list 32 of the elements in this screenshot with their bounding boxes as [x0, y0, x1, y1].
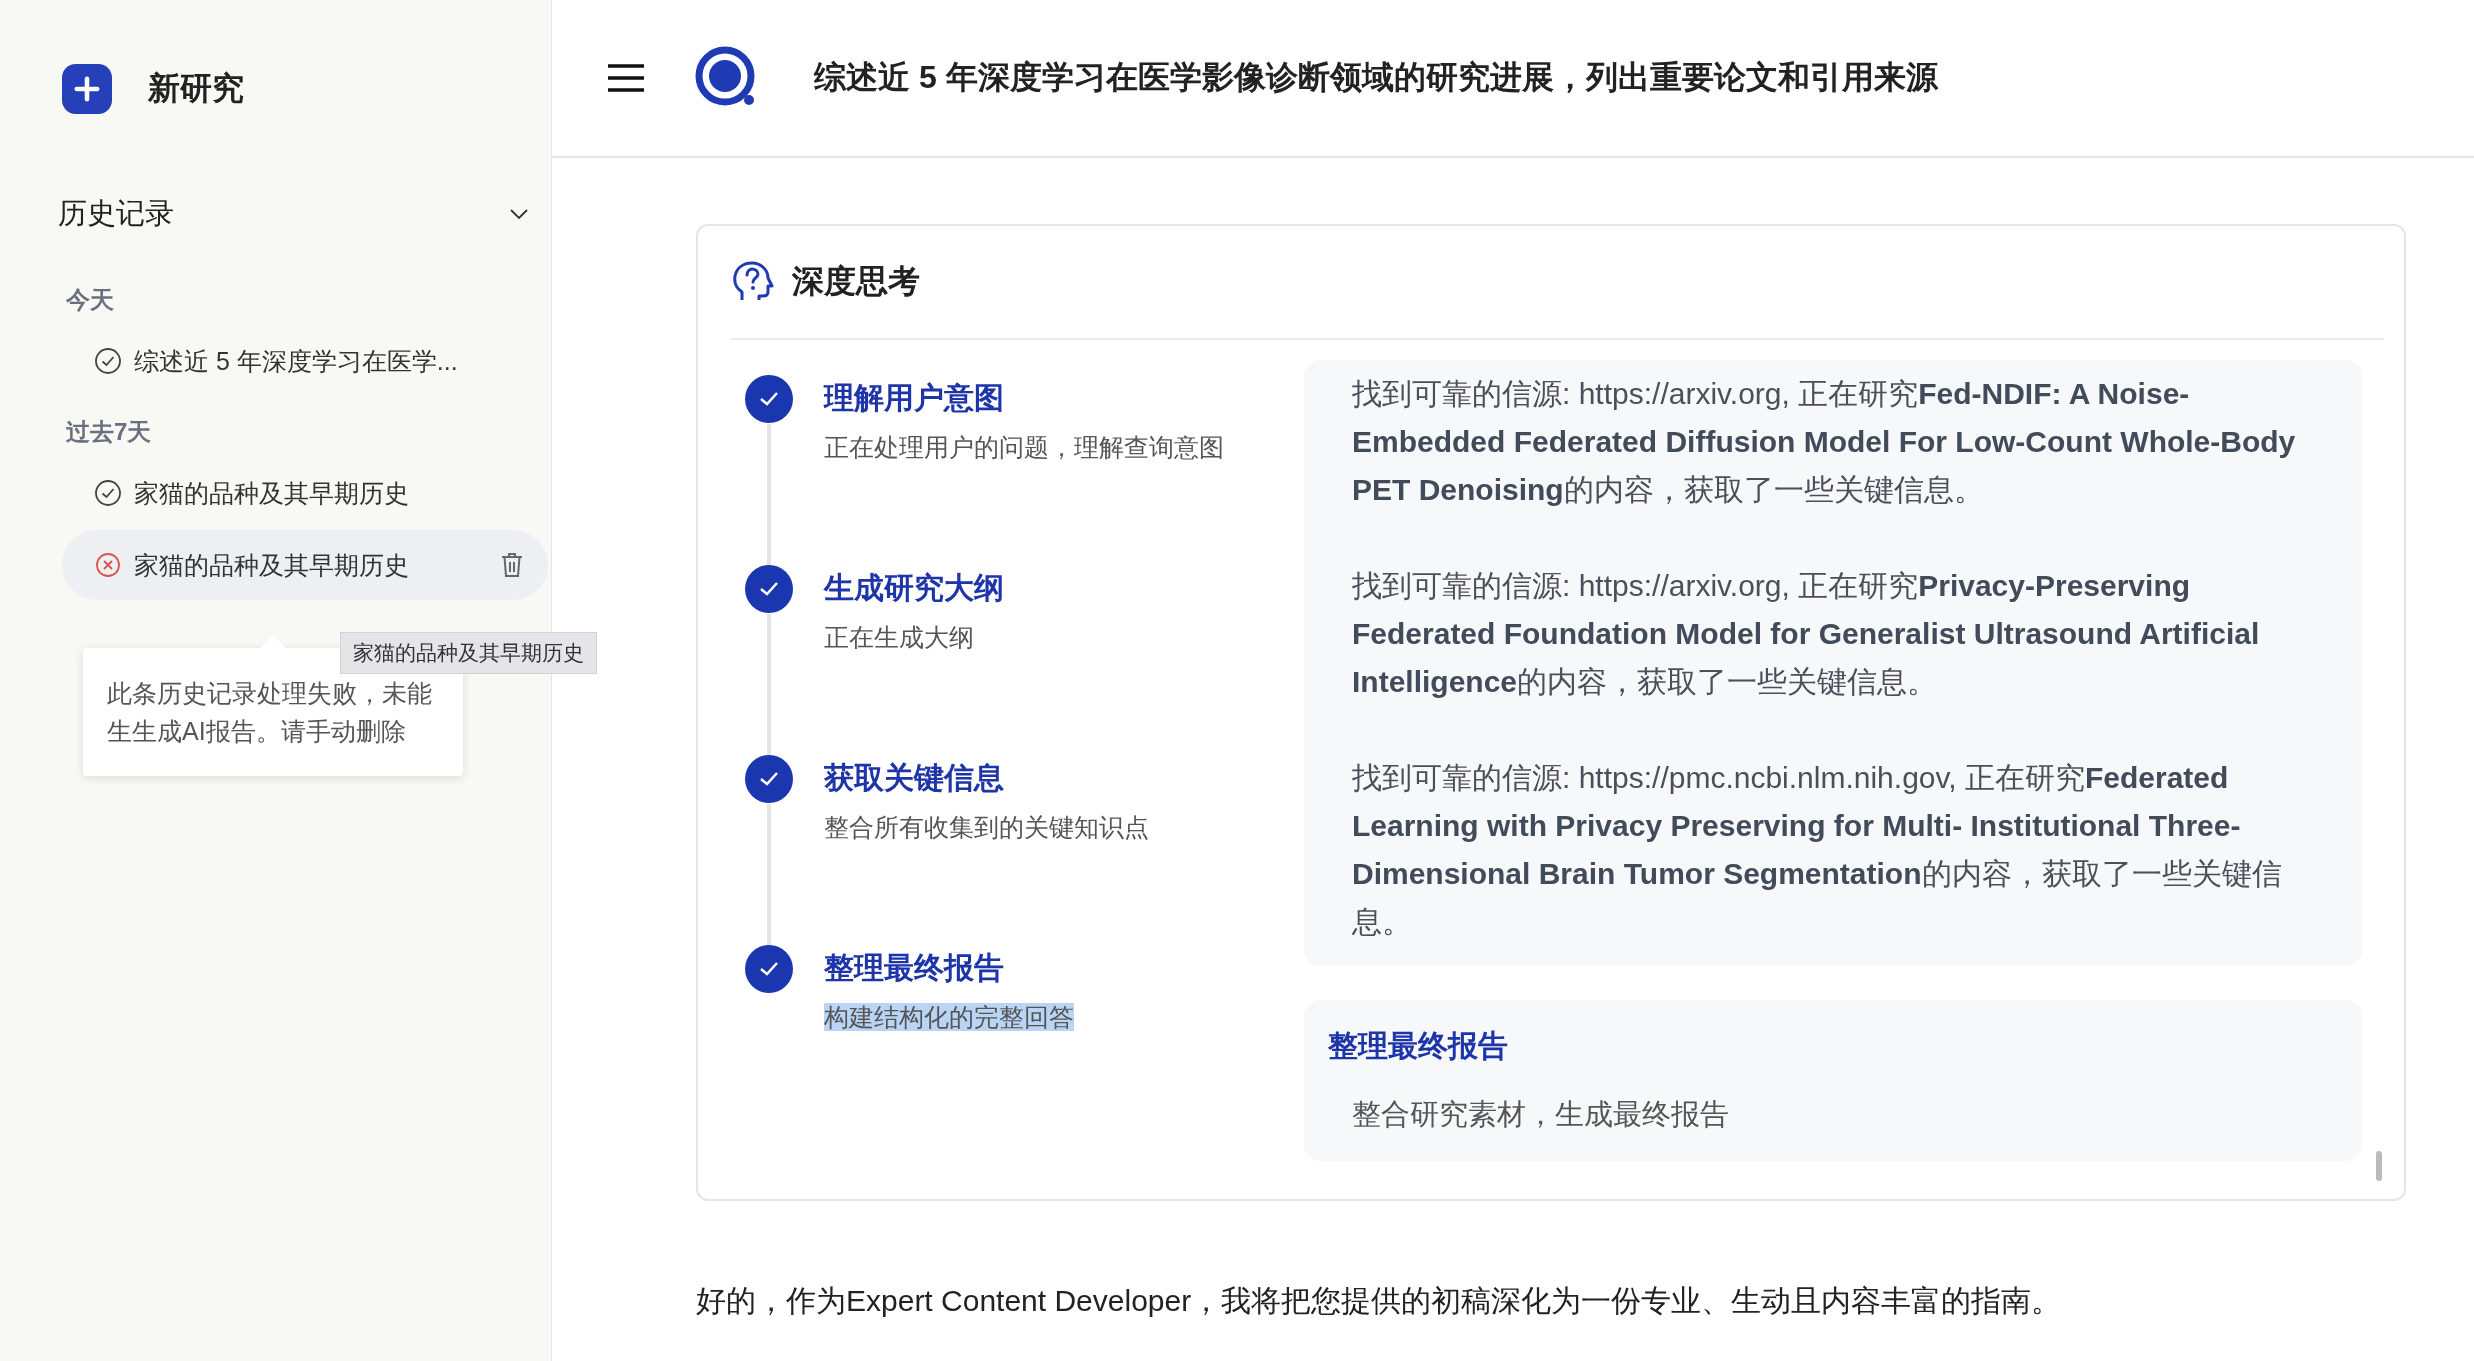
- card-title: 深度思考: [792, 262, 920, 301]
- history-item[interactable]: 家猫的品种及其早期历史: [62, 458, 548, 528]
- step-title: 理解用户意图: [824, 380, 1005, 416]
- tooltip: 家猫的品种及其早期历史: [340, 632, 597, 674]
- final-title: 整理最终报告: [1328, 1028, 1509, 1064]
- page-title: 综述近 5 年深度学习在医学影像诊断领域的研究进展，列出重要论文和引用来源: [814, 58, 1938, 97]
- source-text: 找到可靠的信源: https://pmc.ncbi.nlm.nih.gov, 正在研究Federated Learning with Privacy Preserving for Multi- Institutional Three-Dimensional Brain Tumor Segmentation的内容，获取了一些关键信息。: [1352, 760, 2283, 940]
- plus-icon: [62, 64, 112, 114]
- scrollbar-thumb[interactable]: [2376, 1151, 2382, 1181]
- group-label: 今天: [66, 285, 115, 315]
- answer-text: 好的，作为Expert Content Developer，我将把您提供的初稿深化为一份专业、生动且内容丰富的指南。: [696, 1283, 2063, 1319]
- source-text: 找到可靠的信源: https://arxiv.org, 正在研究Fed-NDIF: A Noise-Embedded Federated Diffusion Model For Low-Count Whole-Body PET Denoising的内容，获取了一些关键信息。: [1352, 376, 2297, 508]
- step-title: 整理最终报告: [824, 950, 1005, 986]
- final-text: 整合研究素材，生成最终报告: [1352, 1097, 1730, 1132]
- source-text: 找到可靠的信源: https://arxiv.org, 正在研究Privacy-Preserving Federated Foundation Model for Generalist Ultrasound Artificial Intelligence的内容，获取了一些关键信息。: [1352, 568, 2261, 700]
- check-circle-icon: [94, 479, 122, 507]
- step-title: 获取关键信息: [824, 760, 1005, 796]
- new-research-button[interactable]: 新研究: [62, 64, 244, 114]
- history-item[interactable]: 综述近 5 年深度学习在医学...: [62, 326, 548, 396]
- step-description: 正在处理用户的问题，理解查询意图: [824, 433, 1224, 461]
- group-label: 过去7天: [66, 417, 153, 447]
- step-description: 正在生成大纲: [824, 623, 974, 651]
- history-heading: 历史记录: [58, 196, 174, 231]
- step-description: 构建结构化的完整回答: [824, 1003, 1074, 1031]
- trash-icon[interactable]: [500, 552, 524, 578]
- menu-icon[interactable]: [606, 63, 646, 93]
- step-title: 生成研究大纲: [824, 570, 1005, 606]
- history-item[interactable]: 家猫的品种及其早期历史: [62, 530, 548, 600]
- error-circle-icon: [94, 551, 122, 579]
- check-circle-icon: [94, 347, 122, 375]
- step-description: 整合所有收集到的关键知识点: [824, 813, 1149, 841]
- chevron-icon[interactable]: [509, 208, 529, 220]
